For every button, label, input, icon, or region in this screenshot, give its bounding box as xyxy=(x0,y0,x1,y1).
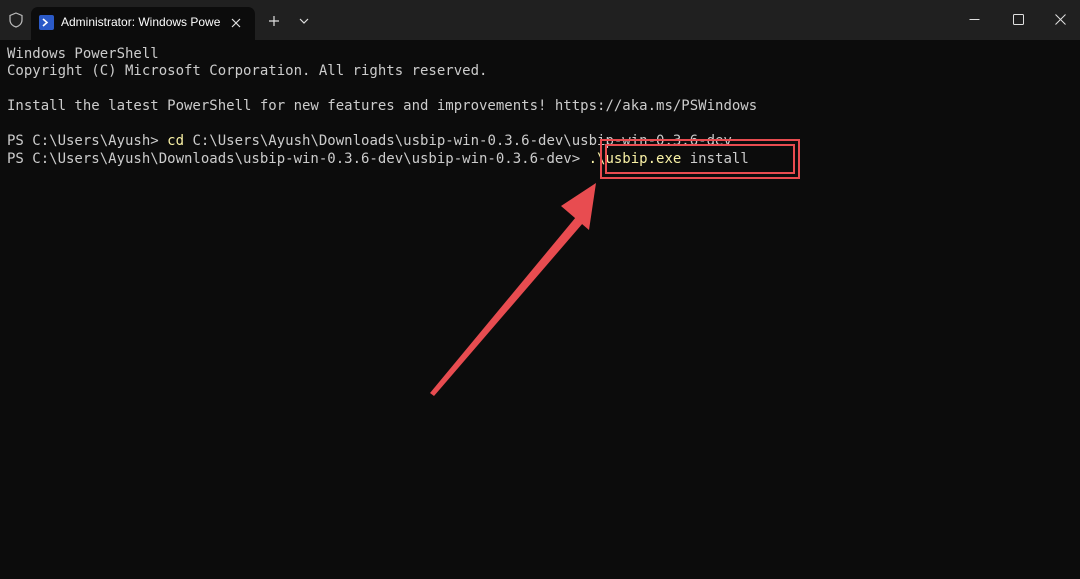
terminal-line: Copyright (C) Microsoft Corporation. All… xyxy=(7,63,488,79)
terminal-output[interactable]: Windows PowerShell Copyright (C) Microso… xyxy=(0,40,1080,579)
terminal-line: Windows PowerShell xyxy=(7,46,159,62)
highlight-box-annotation xyxy=(600,139,800,179)
tab-close-icon[interactable] xyxy=(227,14,245,32)
chevron-down-icon[interactable] xyxy=(292,10,316,32)
close-icon[interactable] xyxy=(1037,0,1080,38)
new-tab-plus-icon[interactable] xyxy=(262,10,286,32)
terminal-window: Administrator: Windows PowerShell xyxy=(0,0,1080,579)
title-bar: Administrator: Windows PowerShell xyxy=(0,0,1080,40)
tab-powershell[interactable]: Administrator: Windows PowerShell xyxy=(31,7,255,40)
admin-shield-icon xyxy=(6,10,26,30)
powershell-icon xyxy=(39,15,54,30)
prompt: PS C:\Users\Ayush\Downloads\usbip-win-0.… xyxy=(7,151,589,167)
command-keyword: cd xyxy=(167,133,185,149)
tab-title: Administrator: Windows PowerShell xyxy=(61,15,221,29)
maximize-icon[interactable] xyxy=(995,0,1041,38)
minimize-icon[interactable] xyxy=(951,0,997,38)
prompt: PS C:\Users\Ayush> xyxy=(7,133,168,149)
highlight-box-inner xyxy=(605,144,795,174)
terminal-line: Install the latest PowerShell for new fe… xyxy=(7,98,758,114)
